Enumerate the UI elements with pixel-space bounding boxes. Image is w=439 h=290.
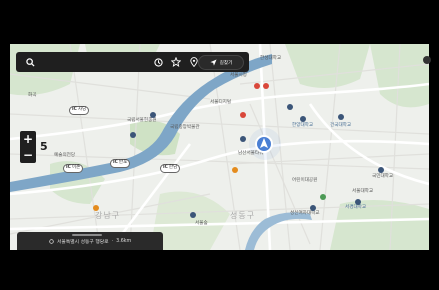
place-label[interactable]: 서울숲 xyxy=(195,221,208,227)
star-icon xyxy=(171,57,181,67)
ic-badge[interactable]: IC 반포 xyxy=(110,159,131,168)
screen: { "toolbar": { "search_icon": "search-ic… xyxy=(0,0,439,290)
place-label[interactable]: 화곡 xyxy=(28,93,36,99)
place-label[interactable]: 건국대학교 xyxy=(330,123,351,129)
place-label[interactable]: 어린이대공원 xyxy=(292,178,317,184)
place-label[interactable]: 한양대학교 xyxy=(292,123,313,129)
poi-marker[interactable] xyxy=(310,205,316,211)
poi-marker[interactable] xyxy=(254,83,260,89)
poi-marker[interactable] xyxy=(355,199,361,205)
separator: · xyxy=(111,238,114,244)
history-button[interactable] xyxy=(149,52,167,72)
edge-button[interactable] xyxy=(423,56,431,64)
poi-marker[interactable] xyxy=(93,205,99,211)
directions-label: 길찾기 xyxy=(219,60,233,66)
ic-badge[interactable]: IC 한남 xyxy=(160,164,181,173)
poi-marker[interactable] xyxy=(130,132,136,138)
place-label[interactable]: 한성대학교 xyxy=(260,56,281,62)
map-base xyxy=(10,44,429,250)
clock-icon xyxy=(153,57,163,67)
drag-handle[interactable] xyxy=(72,234,102,236)
poi-marker[interactable] xyxy=(150,112,156,118)
place-label[interactable]: 예술의전당 xyxy=(54,153,75,159)
search-button[interactable] xyxy=(21,52,39,72)
place-label[interactable]: 서경대학교 xyxy=(345,205,366,211)
distance-value: 3.6km xyxy=(116,238,132,244)
pin-icon xyxy=(190,57,198,67)
place-label[interactable]: 국민대학교 xyxy=(372,174,393,180)
poi-marker[interactable] xyxy=(300,116,306,122)
favorites-button[interactable] xyxy=(167,52,185,72)
district-label: 성동구 xyxy=(230,211,256,220)
poi-marker[interactable] xyxy=(190,212,196,218)
place-label[interactable]: 서울디지털 xyxy=(210,100,231,106)
zoom-level: 5 xyxy=(40,140,48,153)
directions-button[interactable]: 길찾기 xyxy=(198,55,244,70)
place-label[interactable]: 서울시청 xyxy=(230,73,247,79)
poi-marker[interactable] xyxy=(240,112,246,118)
map-view[interactable]: 강남구 성동구 IC 사당 IC 반포 IC 이촌 IC 한남 국립서울현충원 국립중앙… xyxy=(10,44,429,250)
poi-marker[interactable] xyxy=(240,136,246,142)
poi-marker[interactable] xyxy=(232,167,238,173)
place-label[interactable]: 국립중앙박물관 xyxy=(170,125,200,131)
current-address: 서울특별시 성동구 행당로 xyxy=(57,239,109,245)
poi-marker[interactable] xyxy=(378,167,384,173)
zoom-in-button[interactable]: + xyxy=(23,133,33,145)
poi-marker[interactable] xyxy=(263,83,269,89)
poi-marker[interactable] xyxy=(320,194,326,200)
zoom-controls: + − xyxy=(20,131,36,163)
location-dot-icon xyxy=(49,238,54,244)
poi-marker[interactable] xyxy=(287,104,293,110)
place-label[interactable]: 서울대학교 xyxy=(352,189,373,195)
search-icon xyxy=(25,57,35,67)
navigation-arrow-icon xyxy=(210,59,217,66)
place-label[interactable]: 성신여자대학교 xyxy=(290,211,320,217)
ic-badge[interactable]: IC 사당 xyxy=(69,106,90,115)
ic-badge[interactable]: IC 이촌 xyxy=(63,164,84,173)
zoom-out-button[interactable]: − xyxy=(23,149,33,161)
place-label[interactable]: 국립서울현충원 xyxy=(127,118,157,124)
district-label: 강남구 xyxy=(95,211,121,220)
poi-marker[interactable] xyxy=(338,114,344,120)
current-location-icon[interactable] xyxy=(255,135,273,153)
